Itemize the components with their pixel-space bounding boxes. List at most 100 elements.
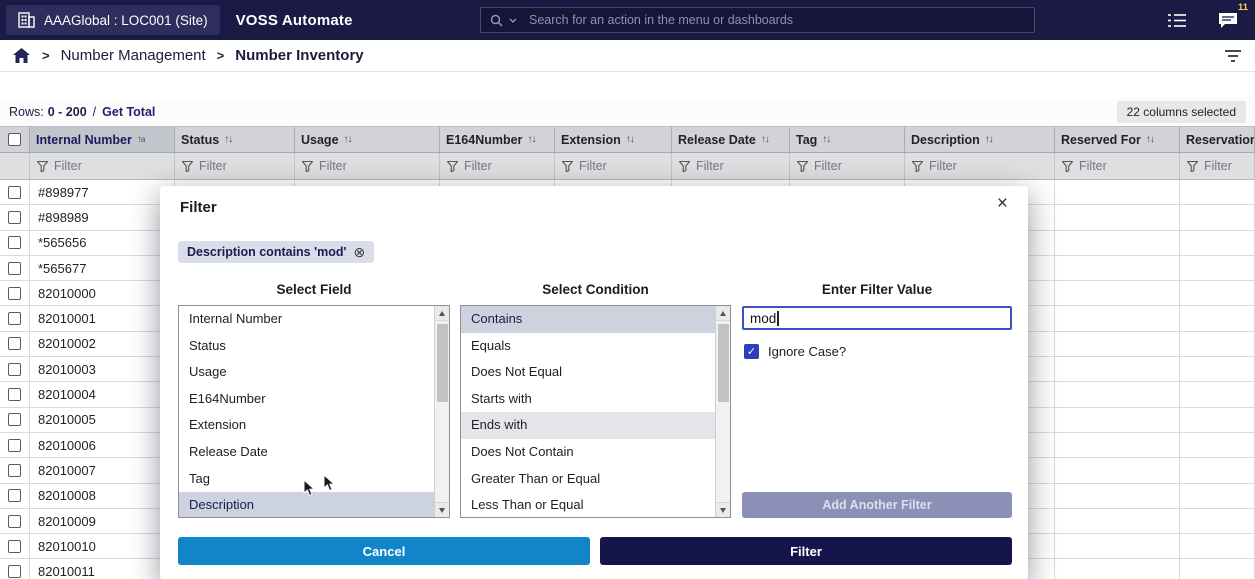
filter-value-input[interactable]: mod [742, 306, 1012, 330]
column-header-tag[interactable]: Tag↑↓ [790, 127, 905, 153]
row-checkbox[interactable] [8, 413, 21, 426]
empty-cell [1055, 408, 1180, 433]
column-label: Extension [561, 133, 621, 147]
row-checkbox[interactable] [8, 363, 21, 376]
filter-input-reservation-not[interactable]: Filter [1180, 153, 1255, 180]
row-checkbox[interactable] [8, 186, 21, 199]
filter-button[interactable]: Filter [600, 537, 1012, 565]
internal-number-cell: 82010006 [30, 433, 175, 458]
field-list-scrollbar[interactable] [434, 306, 449, 517]
internal-number-cell: 82010002 [30, 332, 175, 357]
column-header-description[interactable]: Description↑↓ [905, 127, 1055, 153]
global-search-input[interactable]: Search for an action in the menu or dash… [480, 7, 1035, 33]
numbered-list-icon[interactable] [1167, 12, 1187, 29]
filter-input-internal-number[interactable]: Filter [30, 153, 175, 180]
scroll-up-icon[interactable] [716, 306, 730, 321]
scroll-up-icon[interactable] [435, 306, 449, 321]
add-another-filter-button[interactable]: Add Another Filter [742, 492, 1012, 518]
close-icon[interactable]: × [997, 194, 1008, 213]
condition-option-greater-than-or-equal[interactable]: Greater Than or Equal [461, 466, 715, 493]
condition-option-equals[interactable]: Equals [461, 333, 715, 360]
column-header-release-date[interactable]: Release Date↑↓ [672, 127, 790, 153]
filter-input-extension[interactable]: Filter [555, 153, 672, 180]
row-checkbox[interactable] [8, 211, 21, 224]
condition-option-ends-with[interactable]: Ends with [461, 412, 715, 439]
filter-input-tag[interactable]: Filter [790, 153, 905, 180]
row-checkbox[interactable] [8, 515, 21, 528]
empty-cell [1055, 306, 1180, 331]
filter-input-usage[interactable]: Filter [295, 153, 440, 180]
field-option-usage[interactable]: Usage [179, 359, 434, 386]
field-option-internal-number[interactable]: Internal Number [179, 306, 434, 333]
condition-option-contains[interactable]: Contains [461, 306, 715, 333]
empty-cell [1055, 484, 1180, 509]
breadcrumb-number-management[interactable]: Number Management [61, 47, 206, 64]
ignore-case-checkbox[interactable]: ✓ [744, 344, 759, 359]
row-checkbox[interactable] [8, 287, 21, 300]
internal-number-cell: 82010003 [30, 357, 175, 382]
field-option-tag[interactable]: Tag [179, 466, 434, 493]
empty-cell [1055, 382, 1180, 407]
breadcrumb-number-inventory[interactable]: Number Inventory [235, 47, 363, 64]
get-total-link[interactable]: Get Total [102, 105, 155, 119]
scrollbar-thumb[interactable] [718, 324, 729, 402]
condition-option-does-not-contain[interactable]: Does Not Contain [461, 439, 715, 466]
condition-option-starts-with[interactable]: Starts with [461, 386, 715, 413]
row-checkbox[interactable] [8, 540, 21, 553]
search-icon [490, 14, 503, 27]
condition-option-less-than-or-equal[interactable]: Less Than or Equal [461, 492, 715, 517]
column-header-reservation-not[interactable]: Reservation not↑↓ [1180, 127, 1255, 153]
filter-lines-icon[interactable] [1223, 48, 1243, 64]
column-header-reserved-for[interactable]: Reserved For↑↓ [1055, 127, 1180, 153]
empty-cell [1180, 559, 1255, 579]
column-header-e164number[interactable]: E164Number↑↓ [440, 127, 555, 153]
row-checkbox[interactable] [8, 236, 21, 249]
field-option-status[interactable]: Status [179, 333, 434, 360]
sort-ascending-icon: ↑a [137, 134, 145, 145]
column-header-extension[interactable]: Extension↑↓ [555, 127, 672, 153]
scroll-down-icon[interactable] [716, 502, 730, 517]
scroll-down-icon[interactable] [435, 502, 449, 517]
condition-list-scrollbar[interactable] [715, 306, 730, 517]
chat-icon[interactable]: 11 [1217, 11, 1239, 30]
empty-cell [1180, 332, 1255, 357]
screen: AAAGlobal : LOC001 (Site) VOSS Automate … [0, 0, 1255, 579]
remove-filter-icon[interactable]: ⊗ [353, 245, 365, 259]
row-checkbox[interactable] [8, 565, 21, 578]
columns-selected-button[interactable]: 22 columns selected [1117, 101, 1246, 123]
row-checkbox[interactable] [8, 262, 21, 275]
column-header-status[interactable]: Status↑↓ [175, 127, 295, 153]
condition-option-does-not-equal[interactable]: Does Not Equal [461, 359, 715, 386]
filter-input-description[interactable]: Filter [905, 153, 1055, 180]
filter-input-release-date[interactable]: Filter [672, 153, 790, 180]
filter-placeholder: Filter [814, 159, 842, 173]
row-checkbox[interactable] [8, 312, 21, 325]
funnel-icon [1062, 161, 1073, 172]
select-all-checkbox[interactable] [8, 133, 21, 146]
ignore-case-row[interactable]: ✓ Ignore Case? [744, 344, 846, 359]
row-checkbox[interactable] [8, 439, 21, 452]
chevron-down-icon [509, 18, 517, 23]
filter-input-reserved-for[interactable]: Filter [1055, 153, 1180, 180]
row-checkbox[interactable] [8, 337, 21, 350]
column-header-usage[interactable]: Usage↑↓ [295, 127, 440, 153]
field-option-e164number[interactable]: E164Number [179, 386, 434, 413]
row-checkbox[interactable] [8, 489, 21, 502]
field-option-description[interactable]: Description [179, 492, 434, 517]
table-meta-bar: Rows: 0 - 200 / Get Total 22 columns sel… [0, 98, 1255, 126]
site-selector[interactable]: AAAGlobal : LOC001 (Site) [6, 5, 220, 35]
field-option-release-date[interactable]: Release Date [179, 439, 434, 466]
separator: / [93, 105, 96, 119]
cancel-button[interactable]: Cancel [178, 537, 590, 565]
scrollbar-thumb[interactable] [437, 324, 448, 402]
field-option-extension[interactable]: Extension [179, 412, 434, 439]
row-checkbox[interactable] [8, 388, 21, 401]
search-placeholder: Search for an action in the menu or dash… [529, 13, 793, 27]
home-icon[interactable] [12, 47, 31, 64]
row-checkbox[interactable] [8, 464, 21, 477]
filter-input-e164number[interactable]: Filter [440, 153, 555, 180]
filter-chip-label: Description contains 'mod' [187, 245, 346, 259]
row-checkbox-cell [0, 306, 30, 331]
filter-input-status[interactable]: Filter [175, 153, 295, 180]
column-header-internal-number[interactable]: Internal Number↑a [30, 127, 175, 153]
